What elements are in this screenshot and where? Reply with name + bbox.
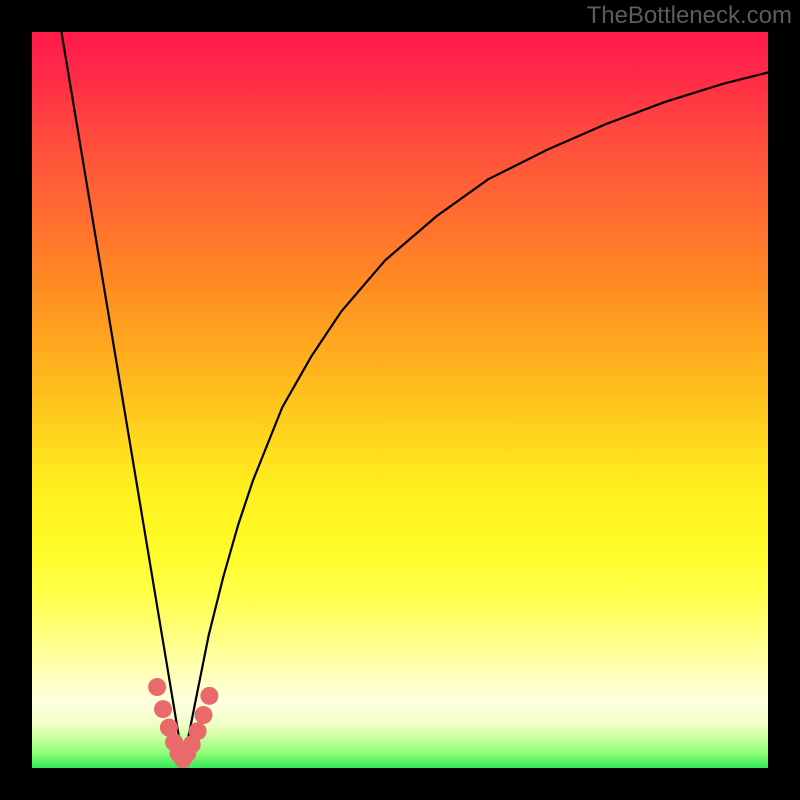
outer-frame: TheBottleneck.com <box>0 0 800 800</box>
watermark-text: TheBottleneck.com <box>587 2 792 30</box>
plot-area <box>32 32 768 768</box>
trough-dot <box>148 678 166 696</box>
trough-dot <box>194 706 212 724</box>
trough-dot <box>200 687 218 705</box>
trough-dots <box>148 678 218 768</box>
trough-dot <box>189 722 207 740</box>
bottleneck-curve-svg <box>32 32 768 768</box>
trough-dot <box>154 700 172 718</box>
bottleneck-curve <box>61 32 768 761</box>
